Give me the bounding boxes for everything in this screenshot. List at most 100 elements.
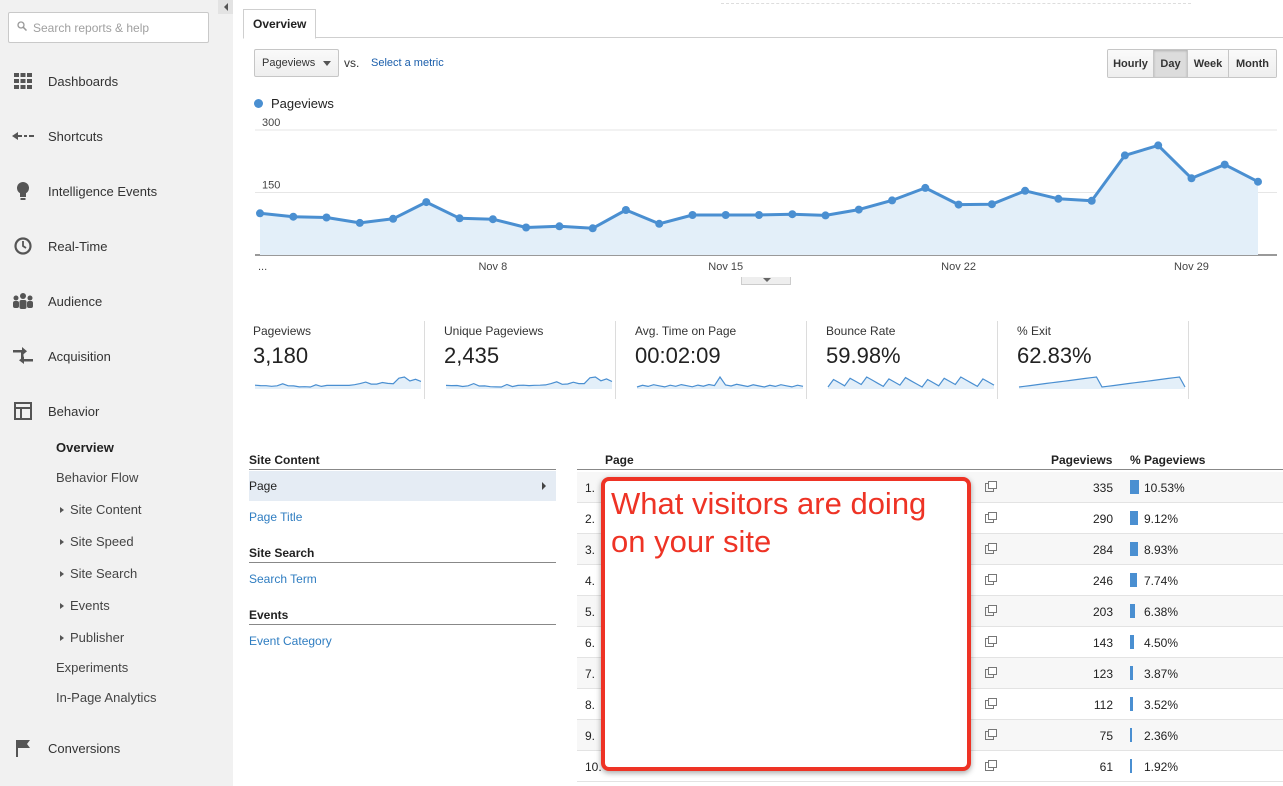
nav-conversions[interactable]: Conversions — [0, 733, 233, 763]
pct-bar — [1130, 480, 1139, 494]
scorecard-unique-pageviews[interactable]: Unique Pageviews 2,435 — [444, 321, 626, 399]
column-header-page[interactable]: Page — [605, 453, 634, 467]
search-box[interactable] — [8, 12, 209, 43]
pct-bar — [1130, 759, 1132, 773]
sub-events[interactable]: Events — [60, 598, 110, 613]
sub-site-content[interactable]: Site Content — [60, 502, 142, 517]
dimension-label: Event Category — [249, 634, 332, 648]
sparkline — [827, 376, 995, 389]
divider — [615, 321, 616, 399]
search-input[interactable] — [33, 18, 203, 38]
divider — [997, 321, 998, 399]
sub-behavior-flow[interactable]: Behavior Flow — [56, 470, 138, 485]
sub-site-speed[interactable]: Site Speed — [60, 534, 134, 549]
popout-icon[interactable] — [985, 636, 997, 647]
hourly-button[interactable]: Hourly — [1108, 50, 1154, 77]
metric-dropdown[interactable]: Pageviews — [254, 49, 339, 77]
scorecard-bounce-rate[interactable]: Bounce Rate 59.98% — [826, 321, 1008, 399]
expand-triangle-icon — [60, 634, 64, 641]
popout-icon[interactable] — [985, 698, 997, 709]
data-point — [588, 224, 597, 233]
nav-acquisition[interactable]: Acquisition — [0, 341, 233, 371]
search-icon — [17, 21, 27, 31]
sub-experiments[interactable]: Experiments — [56, 660, 128, 675]
popout-icon[interactable] — [985, 760, 997, 771]
scorecard-label: Bounce Rate — [826, 324, 896, 338]
pageviews-value: 112 — [1093, 698, 1113, 712]
data-point — [854, 205, 863, 214]
nav-behavior[interactable]: Behavior — [0, 396, 233, 426]
sub-label: Site Speed — [70, 534, 134, 549]
sub-publisher[interactable]: Publisher — [60, 630, 124, 645]
layout-icon — [12, 400, 34, 422]
data-point — [1021, 186, 1030, 195]
data-point — [1154, 141, 1163, 150]
nav-shortcuts[interactable]: Shortcuts — [0, 121, 233, 151]
pageviews-value: 335 — [1092, 481, 1113, 495]
sub-in-page-analytics[interactable]: In-Page Analytics — [56, 690, 156, 705]
dimension-page[interactable]: Page — [249, 471, 556, 501]
week-button[interactable]: Week — [1188, 50, 1229, 77]
data-point — [888, 196, 897, 205]
data-point — [788, 210, 797, 219]
nav-intelligence-events[interactable]: Intelligence Events — [0, 176, 233, 206]
scorecard-pageviews[interactable]: Pageviews 3,180 — [253, 321, 435, 399]
nav-dashboards[interactable]: Dashboards — [0, 66, 233, 96]
pageviews-value: 246 — [1092, 574, 1113, 588]
data-point — [389, 214, 398, 223]
pageviews-chart[interactable]: 300 150... Nov 8 Nov 15 Nov 22 Nov 29 — [233, 115, 1283, 275]
dimension-search-term[interactable]: Search Term — [249, 564, 556, 594]
dimension-page-title[interactable]: Page Title — [249, 502, 556, 532]
scorecard-value: 00:02:09 — [635, 343, 721, 368]
annotation-callout: What visitors are doing on your site — [601, 477, 971, 771]
expand-triangle-icon — [60, 602, 64, 609]
popout-icon[interactable] — [985, 605, 997, 616]
select-metric-link[interactable]: Select a metric — [371, 57, 444, 69]
data-point — [1087, 196, 1096, 205]
row-number: 5. — [585, 605, 596, 619]
dimension-event-category[interactable]: Event Category — [249, 626, 556, 656]
people-icon — [12, 290, 34, 312]
row-number: 1. — [585, 481, 596, 495]
nav-audience[interactable]: Audience — [0, 286, 233, 316]
y-tick-label: 300 — [262, 117, 280, 129]
column-header-pct-pageviews[interactable]: % Pageviews — [1130, 453, 1205, 467]
scorecard-label: % Exit — [1017, 324, 1052, 338]
chevron-down-icon — [763, 278, 771, 282]
flag-icon — [12, 737, 34, 759]
popout-icon[interactable] — [985, 543, 997, 554]
dimension-label: Page — [249, 479, 278, 493]
sub-label: In-Page Analytics — [56, 690, 157, 705]
popout-icon[interactable] — [985, 667, 997, 678]
nav-label: Conversions — [48, 740, 121, 756]
data-point — [921, 183, 930, 192]
dimension-label: Search Term — [249, 572, 317, 586]
pageviews-value: 123 — [1092, 667, 1113, 681]
popout-icon[interactable] — [985, 574, 997, 585]
shortcut-arrow-icon — [12, 125, 34, 147]
data-point — [289, 212, 298, 221]
month-button[interactable]: Month — [1229, 50, 1276, 77]
sub-overview[interactable]: Overview — [56, 440, 114, 455]
data-point — [1187, 174, 1196, 183]
pct-value: 6.38% — [1144, 605, 1179, 619]
column-header-pageviews[interactable]: Pageviews — [1051, 453, 1112, 467]
popout-icon[interactable] — [985, 481, 997, 492]
scorecard-label: Pageviews — [253, 324, 312, 338]
tab-overview[interactable]: Overview — [243, 9, 317, 39]
scorecard-exit[interactable]: % Exit 62.83% — [1017, 321, 1199, 399]
nav-real-time[interactable]: Real-Time — [0, 231, 233, 261]
legend-label: Pageviews — [271, 96, 334, 111]
day-button[interactable]: Day — [1154, 50, 1188, 77]
sub-site-search[interactable]: Site Search — [60, 566, 137, 581]
data-point — [322, 213, 331, 222]
popout-icon[interactable] — [985, 729, 997, 740]
chart-resize-handle[interactable] — [741, 277, 791, 285]
pct-value: 3.87% — [1144, 667, 1179, 681]
collapse-sidebar-button[interactable] — [218, 0, 233, 14]
popout-icon[interactable] — [985, 512, 997, 523]
sub-label: Events — [70, 598, 110, 613]
row-number: 4. — [585, 574, 596, 588]
data-point — [1220, 160, 1229, 169]
scorecard-avg-time[interactable]: Avg. Time on Page 00:02:09 — [635, 321, 817, 399]
